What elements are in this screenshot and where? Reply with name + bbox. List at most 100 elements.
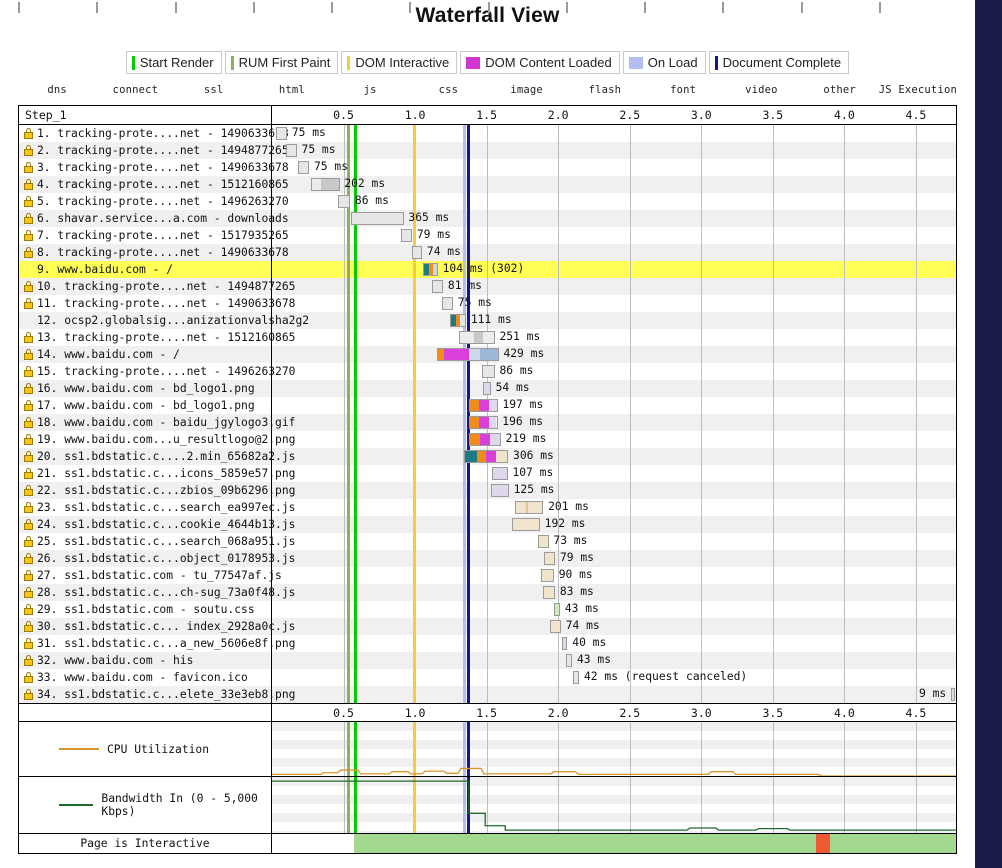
- request-bar[interactable]: [492, 467, 508, 480]
- waterfall-row[interactable]: 7. tracking-prote....net - 1517935265 79 …: [19, 227, 956, 244]
- request-track[interactable]: 40 ms: [272, 635, 956, 652]
- request-label-cell[interactable]: 17. www.baidu.com - bd_logo1.png: [19, 397, 272, 414]
- request-track[interactable]: 251 ms: [272, 329, 956, 346]
- waterfall-row[interactable]: 6. shavar.service...a.com - downloads 365…: [19, 210, 956, 227]
- request-bar[interactable]: [337, 195, 351, 208]
- event-legend-item-document-complete[interactable]: Document Complete: [708, 51, 850, 74]
- request-label-cell[interactable]: 4. tracking-prote....net - 1512160865: [19, 176, 289, 193]
- request-label-cell[interactable]: 34. ss1.bdstatic.c...elete_33e3eb8.png: [19, 686, 295, 703]
- request-label-cell[interactable]: 14. www.baidu.com - /: [19, 346, 272, 363]
- request-label-cell[interactable]: 23. ss1.bdstatic.c...search_ea997ec.js: [19, 499, 295, 516]
- request-bar[interactable]: [286, 144, 297, 157]
- request-label-cell[interactable]: 8. tracking-prote....net - 1490633678: [19, 244, 289, 261]
- request-bar[interactable]: [950, 688, 955, 701]
- waterfall-row[interactable]: 21. ss1.bdstatic.c...icons_5859e57.png 10…: [19, 465, 956, 482]
- request-track[interactable]: 111 ms: [272, 312, 956, 329]
- request-bar[interactable]: [351, 212, 404, 225]
- request-label-cell[interactable]: 1. tracking-prote....net - 1490633678: [19, 125, 289, 142]
- waterfall-row[interactable]: 18. www.baidu.com - baidu_jgylogo3.gif 19…: [19, 414, 956, 431]
- request-bar[interactable]: [464, 450, 509, 463]
- request-bar[interactable]: [573, 671, 580, 684]
- request-label-cell[interactable]: 13. tracking-prote....net - 1512160865: [19, 329, 295, 346]
- request-bar[interactable]: [411, 246, 423, 259]
- request-bar[interactable]: [553, 603, 561, 616]
- request-label-cell[interactable]: 27. ss1.bdstatic.com - tu_77547af.js: [19, 567, 282, 584]
- request-label-cell[interactable]: 7. tracking-prote....net - 1517935265: [19, 227, 289, 244]
- waterfall-row[interactable]: 5. tracking-prote....net - 1496263270 86 …: [19, 193, 956, 210]
- waterfall-row[interactable]: 22. ss1.bdstatic.c...zbios_09b6296.png 12…: [19, 482, 956, 499]
- request-track[interactable]: 429 ms: [272, 346, 956, 363]
- request-label-cell[interactable]: 2. tracking-prote....net - 1494877265: [19, 142, 289, 159]
- request-label-cell[interactable]: 20. ss1.bdstatic.c....2.min_65682a2.js: [19, 448, 295, 465]
- request-label-cell[interactable]: 6. shavar.service...a.com - downloads: [19, 210, 289, 227]
- request-label-cell[interactable]: 31. ss1.bdstatic.c...a_new_5606e8f.png: [19, 635, 295, 652]
- request-label-cell[interactable]: 9. www.baidu.com - /: [19, 261, 272, 278]
- request-track[interactable]: 202 ms: [272, 176, 956, 193]
- waterfall-row[interactable]: 10. tracking-prote....net - 1494877265 81…: [19, 278, 956, 295]
- request-track[interactable]: 86 ms: [272, 363, 956, 380]
- event-legend-item-start-render[interactable]: Start Render: [125, 51, 222, 74]
- request-label-cell[interactable]: 22. ss1.bdstatic.c...zbios_09b6296.png: [19, 482, 295, 499]
- request-label-cell[interactable]: 12. ocsp2.globalsig...anizationvalsha2g2: [19, 312, 309, 329]
- waterfall-row[interactable]: 19. www.baidu.com...u_resultlogo@2.png 21…: [19, 431, 956, 448]
- request-track[interactable]: 90 ms: [272, 567, 956, 584]
- request-bar[interactable]: [541, 569, 554, 582]
- request-track[interactable]: 43 ms: [272, 601, 956, 618]
- request-bar[interactable]: [400, 229, 413, 242]
- request-bar[interactable]: [483, 382, 491, 395]
- request-track[interactable]: 107 ms: [272, 465, 956, 482]
- request-bar[interactable]: [469, 416, 498, 429]
- request-bar[interactable]: [458, 331, 495, 344]
- event-legend-item-dom-interactive[interactable]: DOM Interactive: [341, 51, 458, 74]
- request-bar[interactable]: [431, 280, 444, 293]
- request-bar[interactable]: [561, 637, 568, 650]
- waterfall-row[interactable]: 11. tracking-prote....net - 1490633678 75…: [19, 295, 956, 312]
- request-track[interactable]: 306 ms: [272, 448, 956, 465]
- waterfall-row[interactable]: 26. ss1.bdstatic.c...object_0178953.js 79…: [19, 550, 956, 567]
- request-bar[interactable]: [469, 399, 498, 412]
- request-track[interactable]: 43 ms: [272, 652, 956, 669]
- waterfall-row[interactable]: 8. tracking-prote....net - 1490633678 74 …: [19, 244, 956, 261]
- waterfall-row[interactable]: 17. www.baidu.com - bd_logo1.png 197 ms: [19, 397, 956, 414]
- request-track[interactable]: 75 ms: [272, 295, 956, 312]
- request-bar[interactable]: [437, 348, 499, 361]
- request-track[interactable]: 79 ms: [272, 227, 956, 244]
- request-bar[interactable]: [543, 552, 556, 565]
- request-track[interactable]: 79 ms: [272, 550, 956, 567]
- request-track[interactable]: 75 ms: [272, 142, 956, 159]
- waterfall-row[interactable]: 30. ss1.bdstatic.c... index_2928a0c.js 74…: [19, 618, 956, 635]
- request-track[interactable]: 42 ms (request canceled): [272, 669, 956, 686]
- request-track[interactable]: 365 ms: [272, 210, 956, 227]
- request-bar[interactable]: [442, 297, 453, 310]
- request-label-cell[interactable]: 3. tracking-prote....net - 1490633678: [19, 159, 289, 176]
- request-bar[interactable]: [538, 535, 549, 548]
- waterfall-row[interactable]: 20. ss1.bdstatic.c....2.min_65682a2.js 30…: [19, 448, 956, 465]
- request-track[interactable]: 197 ms: [272, 397, 956, 414]
- event-legend-item-rum-first-paint[interactable]: RUM First Paint: [224, 51, 339, 74]
- request-label-cell[interactable]: 18. www.baidu.com - baidu_jgylogo3.gif: [19, 414, 295, 431]
- event-legend-item-dom-content-loaded[interactable]: DOM Content Loaded: [460, 51, 620, 74]
- request-bar[interactable]: [512, 518, 540, 531]
- request-label-cell[interactable]: 26. ss1.bdstatic.c...object_0178953.js: [19, 550, 295, 567]
- waterfall-row[interactable]: 15. tracking-prote....net - 1496263270 86…: [19, 363, 956, 380]
- request-bar[interactable]: [514, 501, 544, 514]
- waterfall-row[interactable]: 24. ss1.bdstatic.c...cookie_4644b13.js 19…: [19, 516, 956, 533]
- request-track[interactable]: 74 ms: [272, 618, 956, 635]
- request-label-cell[interactable]: 15. tracking-prote....net - 1496263270: [19, 363, 295, 380]
- waterfall-row[interactable]: 32. www.baidu.com - his 43 ms: [19, 652, 956, 669]
- request-bar[interactable]: [543, 586, 556, 599]
- request-bar[interactable]: [469, 433, 501, 446]
- request-label-cell[interactable]: 25. ss1.bdstatic.c...search_068a951.js: [19, 533, 295, 550]
- waterfall-row[interactable]: 9. www.baidu.com - / 104 ms (302): [19, 261, 956, 278]
- request-bar[interactable]: [482, 365, 495, 378]
- waterfall-row[interactable]: 4. tracking-prote....net - 1512160865 202…: [19, 176, 956, 193]
- request-track[interactable]: 86 ms: [272, 193, 956, 210]
- request-track[interactable]: 196 ms: [272, 414, 956, 431]
- waterfall-row[interactable]: 31. ss1.bdstatic.c...a_new_5606e8f.png 40…: [19, 635, 956, 652]
- waterfall-row[interactable]: 2. tracking-prote....net - 1494877265 75 …: [19, 142, 956, 159]
- request-track[interactable]: 125 ms: [272, 482, 956, 499]
- request-bar[interactable]: [566, 654, 573, 667]
- waterfall-row[interactable]: 13. tracking-prote....net - 1512160865 25…: [19, 329, 956, 346]
- waterfall-row[interactable]: 12. ocsp2.globalsig...anizationvalsha2g2…: [19, 312, 956, 329]
- waterfall-row[interactable]: 1. tracking-prote....net - 1490633678 75 …: [19, 125, 956, 142]
